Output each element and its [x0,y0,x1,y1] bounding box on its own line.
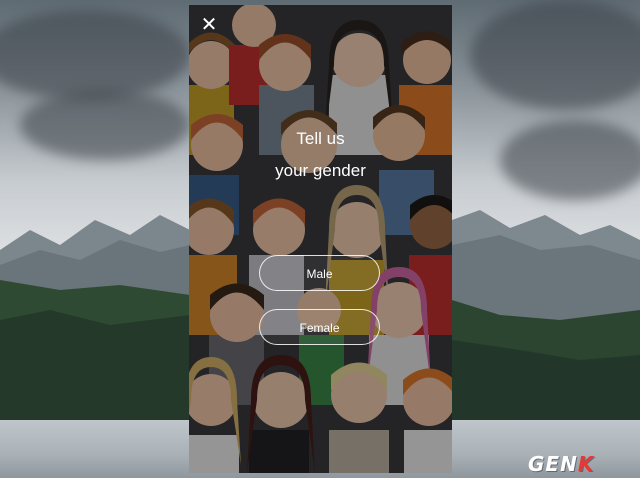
close-icon[interactable]: ✕ [199,15,219,35]
title-line-2: your gender [275,161,366,180]
page-title: Tell us your gender [189,123,452,187]
gender-selection-screen: ✕ Tell us your gender Male Female [189,5,452,473]
title-line-1: Tell us [296,129,345,148]
female-button[interactable]: Female [259,309,380,345]
watermark-text-accent: K [577,452,595,476]
cloud [20,90,190,160]
male-button[interactable]: Male [259,255,380,291]
cloud [500,120,640,200]
watermark-logo: GENK [528,452,632,476]
dim-overlay [189,5,452,473]
watermark-text-main: GEN [528,452,578,476]
